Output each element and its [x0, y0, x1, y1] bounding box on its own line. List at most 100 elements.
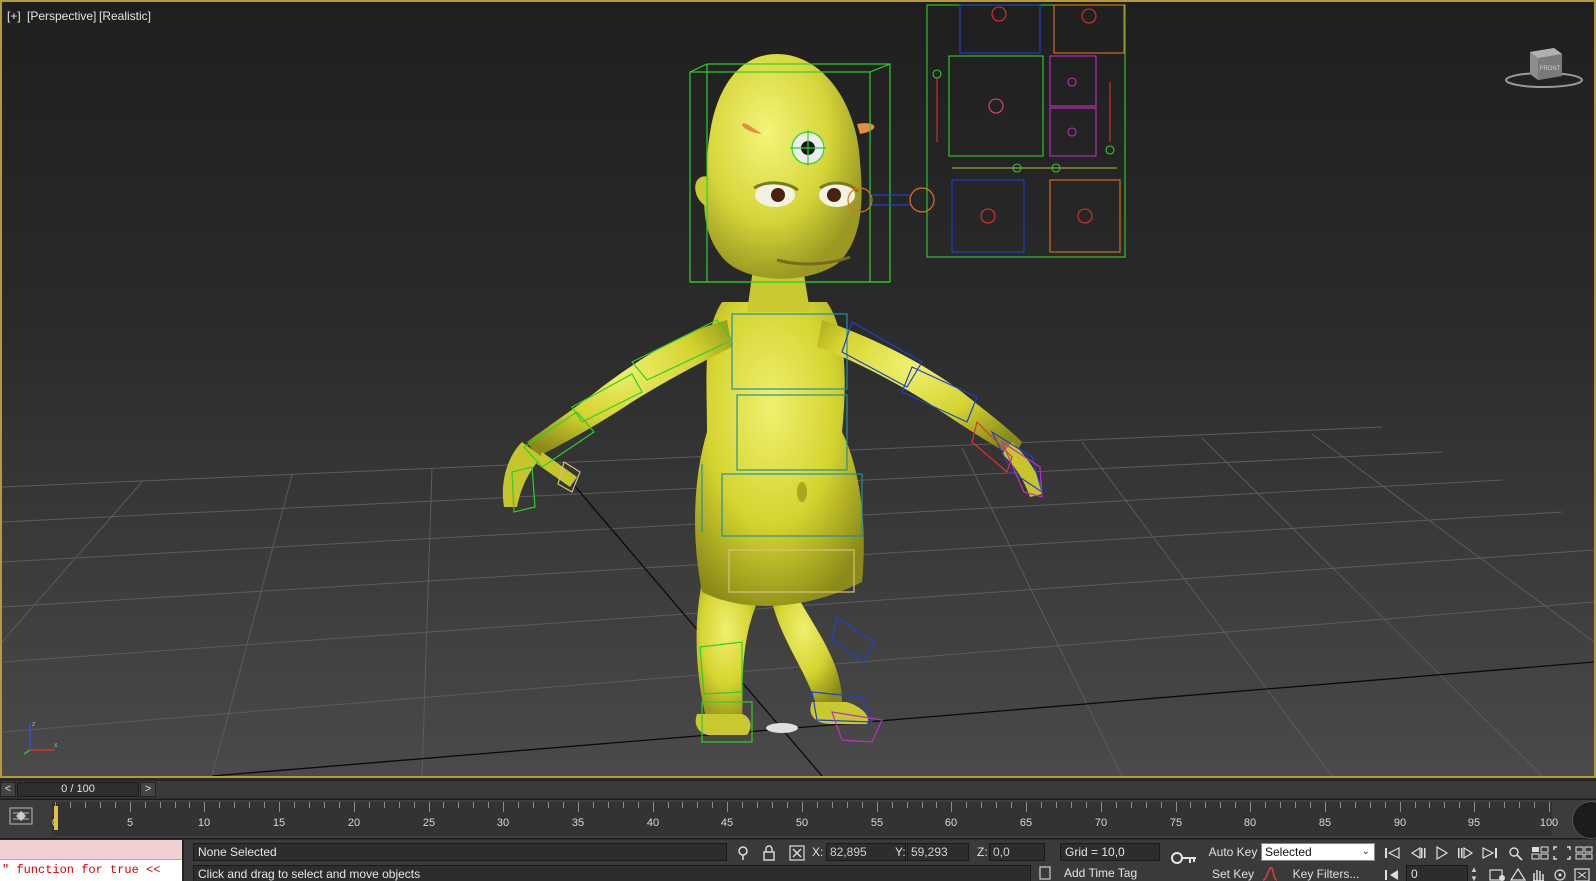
- trackbar-tick-label: 100: [1539, 817, 1559, 829]
- trackbar-tick: [1400, 802, 1401, 812]
- absolute-mode-icon[interactable]: [788, 844, 806, 862]
- trackbar-tick: [802, 802, 803, 812]
- maxscript-listener[interactable]: " function for true <<: [0, 840, 184, 881]
- trackbar-tick: [907, 802, 908, 808]
- zoom-all-icon[interactable]: [1530, 845, 1550, 861]
- open-mini-curve-editor-icon[interactable]: [8, 805, 34, 827]
- next-frame-icon[interactable]: [1456, 845, 1476, 861]
- play-icon[interactable]: [1432, 845, 1452, 861]
- zoom-icon[interactable]: [1506, 845, 1526, 861]
- curve-icon[interactable]: [1262, 866, 1278, 881]
- trackbar-tick: [249, 802, 250, 808]
- z-coord-label: Z:: [977, 845, 988, 859]
- y-coord-field[interactable]: 59,293: [907, 843, 969, 861]
- trackbar-tick: [115, 802, 116, 808]
- previous-frame-icon[interactable]: [1408, 845, 1428, 861]
- set-key-button[interactable]: Set Key: [1208, 865, 1258, 881]
- maximize-viewport-icon[interactable]: [1572, 867, 1592, 881]
- trackbar-tick: [638, 802, 639, 808]
- viewport-point-of-view-label[interactable]: [Perspective]: [27, 9, 96, 23]
- trackbar-tick: [966, 802, 967, 808]
- time-slider-thumb[interactable]: 0 / 100: [17, 782, 139, 797]
- y-coord-label: Y:: [895, 845, 906, 859]
- viewcube-icon[interactable]: FRONT: [1504, 42, 1584, 92]
- time-configuration-icon[interactable]: [1488, 867, 1508, 881]
- trackbar-tick: [279, 802, 280, 812]
- trackbar-tick: [458, 802, 459, 808]
- trackbar-tick: [608, 802, 609, 808]
- pan-icon[interactable]: [1528, 867, 1548, 881]
- trackbar-tick-label: 30: [496, 817, 510, 829]
- trackbar-tick: [1444, 802, 1445, 808]
- zoom-extents-all-icon[interactable]: [1574, 845, 1594, 861]
- key-icon[interactable]: [1170, 850, 1198, 866]
- trackbar-tick: [877, 802, 878, 812]
- isolate-selection-icon[interactable]: [734, 844, 752, 862]
- world-axes: [211, 476, 1594, 776]
- trackbar-tick: [578, 802, 579, 812]
- zoom-extents-icon[interactable]: [1552, 845, 1572, 861]
- trackbar-tick-label: 95: [1467, 817, 1481, 829]
- time-slider-previous-button[interactable]: <: [0, 782, 16, 797]
- trackbar-tick: [817, 802, 818, 808]
- trackbar-tick: [175, 802, 176, 808]
- trackbar-tick: [309, 802, 310, 808]
- trackbar-tick: [892, 802, 893, 808]
- orbit-icon[interactable]: [1550, 867, 1570, 881]
- trackbar-tick: [1250, 802, 1251, 812]
- trackbar-tick-label: 90: [1393, 817, 1407, 829]
- auto-key-button[interactable]: Auto Key: [1208, 843, 1258, 863]
- trackbar-tick: [682, 802, 683, 808]
- trackbar-tick: [369, 802, 370, 808]
- trackbar-tick: [1056, 802, 1057, 808]
- time-slider-next-button[interactable]: >: [140, 782, 156, 797]
- frame-spinner[interactable]: ▲ ▼: [1469, 865, 1479, 881]
- trackbar-tick: [145, 802, 146, 808]
- trackbar-tick: [936, 802, 937, 808]
- time-slider[interactable]: < 0 / 100 >: [0, 780, 1596, 798]
- go-to-start-icon[interactable]: [1382, 845, 1402, 861]
- x-coord-label: X:: [812, 845, 824, 859]
- x-coord-field[interactable]: 82,895: [826, 843, 906, 861]
- trackbar-tick: [533, 802, 534, 808]
- key-mode-toggle-icon[interactable]: [1382, 867, 1402, 881]
- trackbar-tick: [85, 802, 86, 808]
- trackbar-tick: [189, 802, 190, 808]
- trackbar-tick: [1385, 802, 1386, 808]
- trackbar[interactable]: 0510152025303540455055606570758085909510…: [0, 799, 1596, 839]
- trackbar-tick: [234, 802, 235, 808]
- add-time-tag-button[interactable]: Add Time Tag: [1060, 865, 1160, 881]
- svg-text:z: z: [32, 721, 36, 728]
- trackbar-tick: [429, 802, 430, 812]
- trackbar-tick: [1235, 802, 1236, 808]
- viewport-shading-label[interactable]: [Realistic]: [99, 9, 151, 23]
- trackbar-tick: [697, 802, 698, 808]
- trackbar-tick: [1071, 802, 1072, 808]
- viewcube-face-label: FRONT: [1540, 66, 1561, 72]
- current-time-marker[interactable]: [54, 806, 58, 830]
- trackbar-tick: [1131, 802, 1132, 808]
- viewport-menu-plus[interactable]: [+]: [7, 9, 21, 23]
- trackbar-tick-label: 70: [1094, 817, 1108, 829]
- trackbar-ruler[interactable]: 0510152025303540455055606570758085909510…: [52, 802, 1558, 836]
- time-tag-icon[interactable]: [1038, 866, 1052, 880]
- trackbar-tick: [1116, 802, 1117, 808]
- current-frame-field[interactable]: 0: [1406, 865, 1468, 881]
- scene-canvas[interactable]: [2, 2, 1594, 776]
- trackbar-tick-label: 10: [197, 817, 211, 829]
- maxscript-input-line[interactable]: [0, 840, 182, 860]
- lock-icon[interactable]: [760, 844, 778, 862]
- trackbar-tick-label: 25: [422, 817, 436, 829]
- selection-set-dropdown[interactable]: Selected ⌄: [1261, 843, 1375, 861]
- axis-tripod-icon: z x: [23, 721, 58, 755]
- go-to-end-icon[interactable]: [1480, 845, 1500, 861]
- perspective-viewport[interactable]: [+] [Perspective] [Realistic] FRONT z x: [0, 0, 1596, 778]
- trackbar-tick: [832, 802, 833, 808]
- pivot-marker: [766, 723, 798, 733]
- trackbar-tick: [1101, 802, 1102, 812]
- trackbar-tick: [1295, 802, 1296, 808]
- key-filters-button[interactable]: Key Filters...: [1281, 865, 1371, 881]
- z-coord-field[interactable]: 0,0: [989, 843, 1045, 861]
- field-of-view-icon[interactable]: [1508, 867, 1528, 881]
- trackbar-tick: [981, 802, 982, 808]
